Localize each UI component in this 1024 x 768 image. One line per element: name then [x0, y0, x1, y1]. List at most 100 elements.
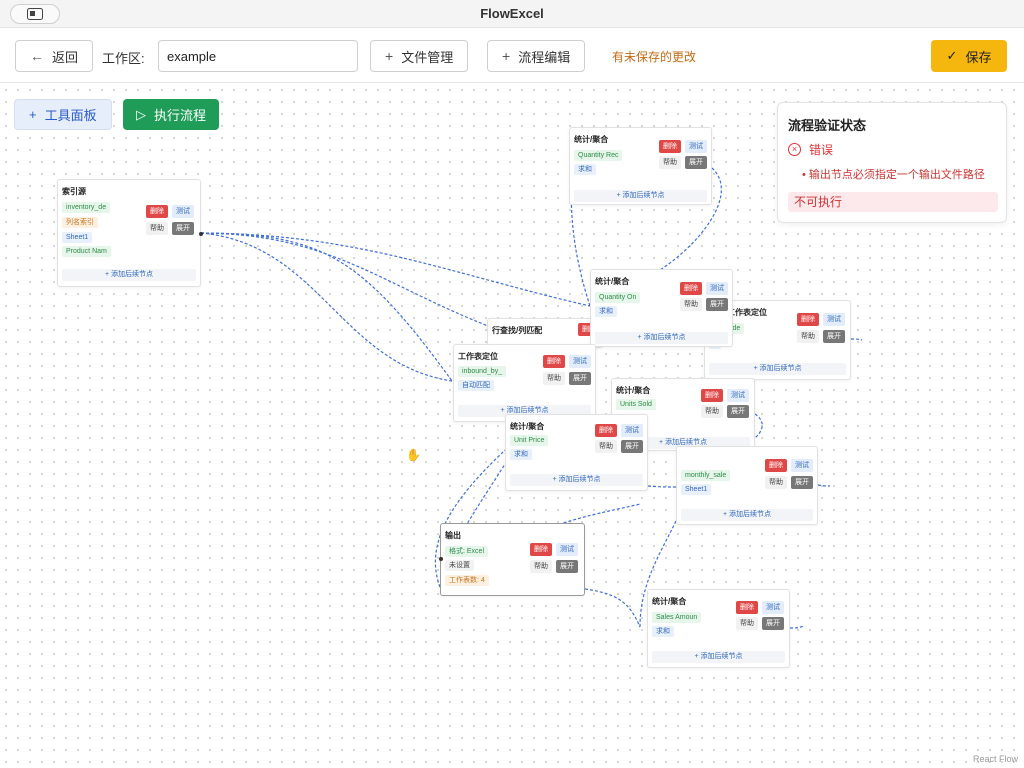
- run-flow-button[interactable]: ▷ 执行流程: [123, 99, 220, 130]
- node-delete-button[interactable]: 删除: [680, 282, 702, 295]
- flow-canvas[interactable]: + 工具面板 ▷ 执行流程 索引源 inventory_de 列名索引 Shee…: [0, 84, 1024, 768]
- node-expand-button[interactable]: 展开: [762, 617, 784, 630]
- node-expand-button[interactable]: 展开: [706, 298, 728, 311]
- node-help-button[interactable]: 帮助: [765, 476, 787, 489]
- node-test-button[interactable]: 测试: [706, 282, 728, 295]
- back-button[interactable]: ← 返回: [15, 40, 94, 72]
- node-expand-button[interactable]: 展开: [556, 560, 578, 573]
- node-aggregate-mid[interactable]: 统计/聚合 Quantity On 求和 删除 测试 帮助 展开 + 添加后续节…: [590, 269, 733, 347]
- node-aggregate-price[interactable]: 统计/聚合 Unit Price 求和 删除 测试 帮助 展开 + 添加后续节点: [505, 414, 648, 491]
- plus-icon: +: [385, 48, 394, 64]
- node-title: 统计/聚合: [595, 277, 630, 286]
- validation-error-label: 错误: [809, 143, 834, 157]
- node-output[interactable]: 输出 格式: Excel 未设置 工作表数: 4 删除 测试 帮助 展开: [439, 523, 585, 596]
- node-title: 输出: [445, 531, 461, 540]
- node-help-button[interactable]: 帮助: [680, 298, 702, 311]
- node-test-button[interactable]: 测试: [727, 389, 749, 402]
- add-next-node-button[interactable]: + 添加后续节点: [510, 474, 643, 486]
- edge: [789, 625, 805, 629]
- arrow-left-icon: ←: [30, 48, 44, 64]
- node-expand-button[interactable]: 展开: [569, 372, 591, 385]
- edge: [584, 588, 641, 628]
- node-tag: Sales Amoun: [652, 612, 702, 623]
- node-expand-button[interactable]: 展开: [172, 222, 194, 235]
- edge: [200, 232, 453, 382]
- node-delete-button[interactable]: 删除: [765, 459, 787, 472]
- plus-icon: +: [29, 107, 37, 122]
- node-delete-button[interactable]: 删除: [797, 313, 819, 326]
- node-delete-button[interactable]: 删除: [146, 205, 168, 218]
- edge: [200, 232, 494, 329]
- node-index-source[interactable]: 索引源 inventory_de 列名索引 Sheet1 Product Nam…: [57, 179, 203, 287]
- node-expand-button[interactable]: 展开: [791, 476, 813, 489]
- validation-panel: 流程验证状态 × 错误 • 输出节点必须指定一个输出文件路径 不可执行: [777, 102, 1007, 223]
- add-next-node-button[interactable]: + 添加后续节点: [681, 509, 813, 521]
- edge: [850, 338, 863, 341]
- node-expand-button[interactable]: 展开: [823, 330, 845, 343]
- flow-edit-label: 流程编辑: [518, 49, 571, 65]
- node-delete-button[interactable]: 删除: [701, 389, 723, 402]
- add-next-node-button[interactable]: + 添加后续节点: [574, 190, 707, 202]
- node-help-button[interactable]: 帮助: [736, 617, 758, 630]
- check-icon: ✓: [946, 48, 958, 63]
- file-manage-button[interactable]: + 文件管理: [370, 40, 469, 72]
- node-aggregate-sales[interactable]: 统计/聚合 Sales Amoun 求和 删除 测试 帮助 展开 + 添加后续节…: [647, 589, 790, 668]
- node-test-button[interactable]: 测试: [791, 459, 813, 472]
- node-test-button[interactable]: 测试: [762, 601, 784, 614]
- add-next-node-button[interactable]: + 添加后续节点: [652, 651, 785, 663]
- node-tag: 工作表数: 4: [445, 575, 489, 586]
- node-tag: Quantity Rec: [574, 150, 623, 161]
- node-sheet-main[interactable]: 工作表定位 inbound_by_ 自动匹配 删除 测试 帮助 展开 + 添加后…: [453, 344, 596, 422]
- node-tag: 未设置: [445, 560, 474, 571]
- node-help-button[interactable]: 帮助: [659, 156, 681, 169]
- add-next-node-button[interactable]: + 添加后续节点: [709, 363, 846, 375]
- node-help-button[interactable]: 帮助: [530, 560, 552, 573]
- react-flow-attribution[interactable]: React Flow: [973, 754, 1018, 764]
- play-icon: ▷: [136, 106, 146, 122]
- add-next-node-button[interactable]: + 添加后续节点: [62, 269, 196, 281]
- node-expand-button[interactable]: 展开: [727, 405, 749, 418]
- node-tag: 求和: [510, 449, 532, 460]
- node-sheet-monthly[interactable]: monthly_sale Sheet1 删除 测试 帮助 展开 + 添加后续节点: [676, 446, 818, 525]
- edge: [200, 232, 453, 382]
- node-output-handle[interactable]: [199, 232, 203, 236]
- node-title: 统计/聚合: [510, 422, 545, 431]
- node-title: 统计/聚合: [652, 597, 687, 606]
- node-title: 工作表定位: [458, 352, 498, 361]
- node-tag: Quantity On: [595, 292, 641, 303]
- node-tag: 自动匹配: [458, 380, 494, 391]
- node-test-button[interactable]: 测试: [823, 313, 845, 326]
- node-help-button[interactable]: 帮助: [797, 330, 819, 343]
- flow-edit-button[interactable]: + 流程编辑: [487, 40, 586, 72]
- add-next-node-button[interactable]: + 添加后续节点: [595, 332, 728, 344]
- node-delete-button[interactable]: 删除: [530, 543, 552, 556]
- run-flow-label: 执行流程: [154, 108, 207, 123]
- node-test-button[interactable]: 测试: [172, 205, 194, 218]
- node-expand-button[interactable]: 展开: [685, 156, 707, 169]
- node-title: 行查找/列匹配: [492, 326, 543, 335]
- node-delete-button[interactable]: 删除: [543, 355, 565, 368]
- tools-panel-button[interactable]: + 工具面板: [14, 99, 112, 130]
- node-tag: Sheet1: [681, 484, 712, 495]
- node-tag: Sheet1: [62, 232, 93, 243]
- node-help-button[interactable]: 帮助: [146, 222, 168, 235]
- node-expand-button[interactable]: 展开: [621, 440, 643, 453]
- node-delete-button[interactable]: 删除: [595, 424, 617, 437]
- node-test-button[interactable]: 测试: [685, 140, 707, 153]
- node-tag: 求和: [574, 164, 596, 175]
- node-delete-button[interactable]: 删除: [736, 601, 758, 614]
- node-help-button[interactable]: 帮助: [595, 440, 617, 453]
- node-help-button[interactable]: 帮助: [701, 405, 723, 418]
- node-delete-button[interactable]: 删除: [659, 140, 681, 153]
- unsaved-changes-text: 有未保存的更改: [612, 50, 697, 64]
- node-tag: inbound_by_: [458, 366, 507, 377]
- node-input-handle[interactable]: [439, 557, 443, 561]
- node-test-button[interactable]: 测试: [556, 543, 578, 556]
- save-button[interactable]: ✓ 保存: [931, 40, 1007, 72]
- workspace-input[interactable]: [158, 40, 358, 72]
- node-title: 统计/聚合: [574, 135, 609, 144]
- node-help-button[interactable]: 帮助: [543, 372, 565, 385]
- node-test-button[interactable]: 测试: [569, 355, 591, 368]
- node-test-button[interactable]: 测试: [621, 424, 643, 437]
- node-aggregate-top[interactable]: 统计/聚合 Quantity Rec 求和 删除 测试 帮助 展开 + 添加后续…: [569, 127, 712, 205]
